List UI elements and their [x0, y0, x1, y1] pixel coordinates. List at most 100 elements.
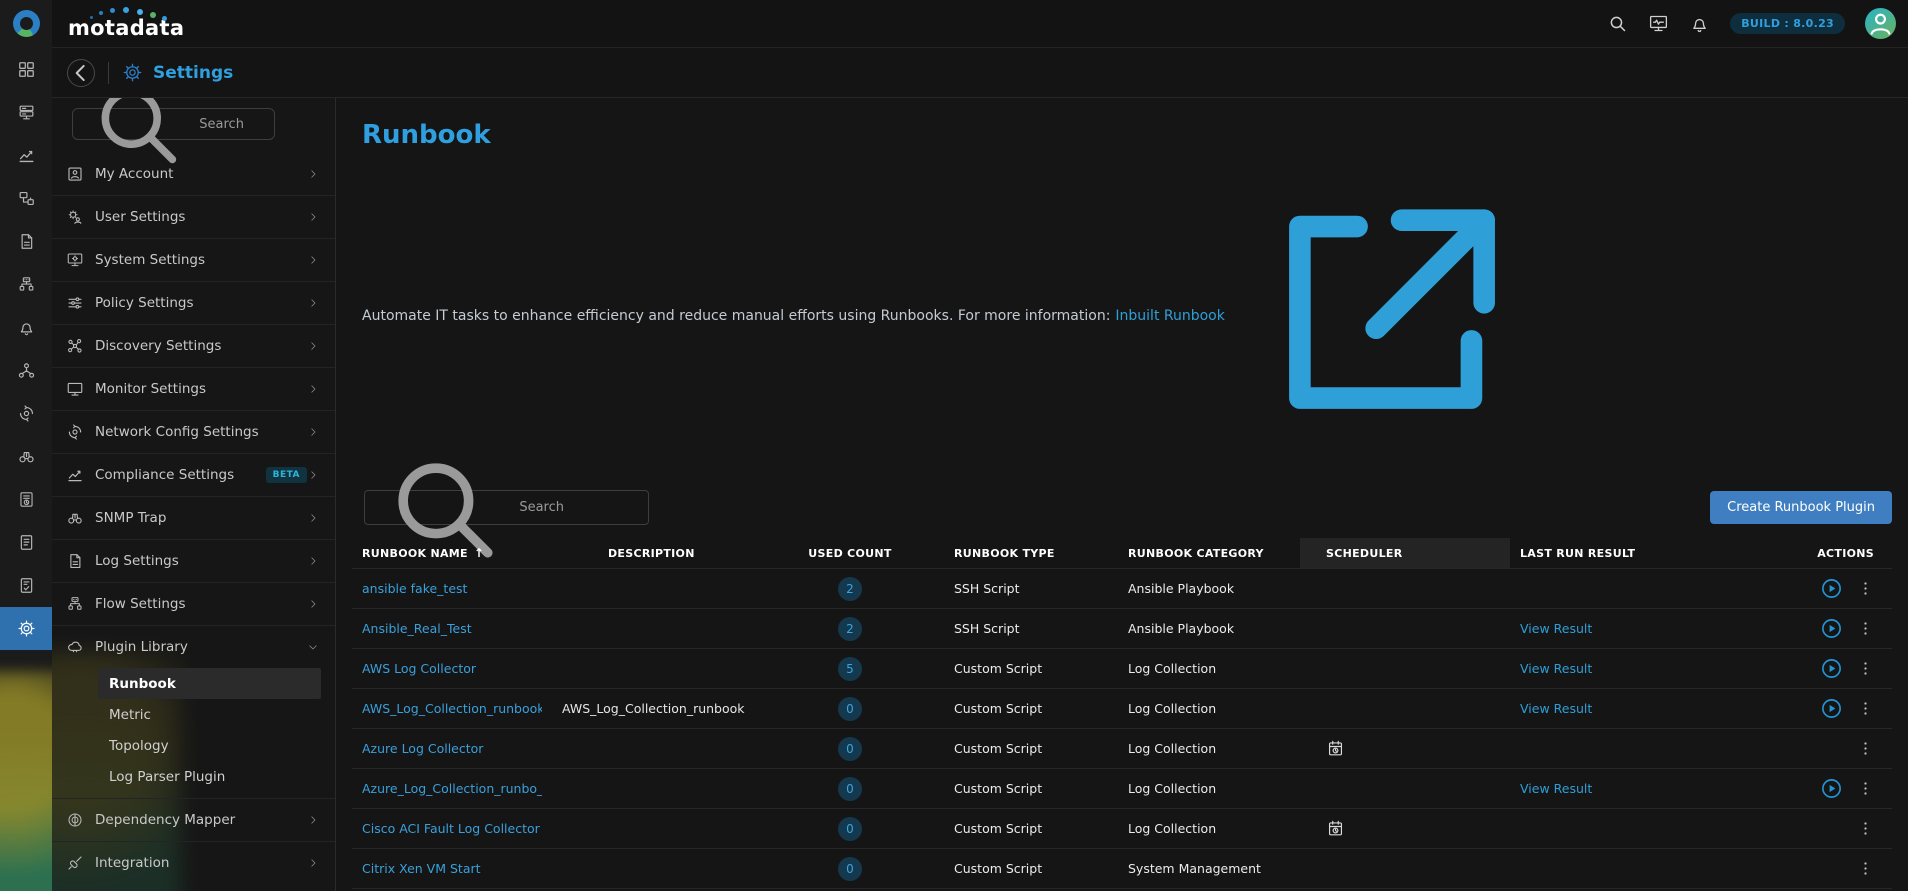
- sidebar-item-system-settings[interactable]: System Settings: [52, 238, 335, 281]
- rail-item-network[interactable]: [0, 263, 52, 306]
- column-header-description[interactable]: DESCRIPTION: [542, 538, 802, 568]
- table-row: Citrix Xen VM Start0Custom ScriptSystem …: [352, 848, 1892, 888]
- run-runbook-button[interactable]: [1820, 777, 1843, 800]
- column-header-actions[interactable]: ACTIONS: [1730, 538, 1892, 568]
- sidebar-search[interactable]: [72, 108, 275, 140]
- view-result-link[interactable]: View Result: [1520, 701, 1592, 716]
- rail-item-topology[interactable]: [0, 177, 52, 220]
- scheduler-cell: [1300, 729, 1510, 769]
- sidebar-item-plugin-library[interactable]: Plugin Library: [52, 625, 335, 668]
- sidebar-search-input[interactable]: [199, 117, 264, 132]
- runbook-name-link[interactable]: ansible fake_test: [362, 581, 467, 596]
- row-menu-button[interactable]: [1857, 820, 1874, 837]
- runbook-category-text: Ansible Playbook: [1128, 621, 1234, 636]
- rail-item-automation[interactable]: [0, 392, 52, 435]
- view-result-link[interactable]: View Result: [1520, 781, 1592, 796]
- row-menu-button[interactable]: [1857, 780, 1874, 797]
- sidebar-subitem-runbook[interactable]: Runbook: [98, 668, 321, 699]
- runbook-category-cell: Ansible Playbook: [1078, 569, 1300, 609]
- app-logo[interactable]: [0, 0, 52, 48]
- run-runbook-button[interactable]: [1820, 577, 1843, 600]
- row-menu-button[interactable]: [1857, 700, 1874, 717]
- runbook-name-link[interactable]: AWS Log Collector: [362, 661, 476, 676]
- rail-item-infrastructure[interactable]: [0, 91, 52, 134]
- plugin-library-submenu: RunbookMetricTopologyLog Parser Plugin: [52, 668, 335, 798]
- runbook-type-cell: Custom Script: [898, 809, 1078, 849]
- sidebar-item-label: Plugin Library: [95, 639, 307, 655]
- sidebar-item-network-config-settings[interactable]: Network Config Settings: [52, 410, 335, 453]
- run-runbook-button[interactable]: [1820, 657, 1843, 680]
- user-avatar[interactable]: [1865, 8, 1896, 39]
- sidebar-item-integration[interactable]: Integration: [52, 841, 335, 884]
- rail-item-dependency[interactable]: [0, 349, 52, 392]
- sidebar-item-discovery-settings[interactable]: Discovery Settings: [52, 324, 335, 367]
- view-result-link[interactable]: View Result: [1520, 661, 1592, 676]
- sidebar-item-dependency-mapper[interactable]: Dependency Mapper: [52, 798, 335, 841]
- idcard-icon: [66, 165, 84, 183]
- row-menu-button[interactable]: [1857, 620, 1874, 637]
- sidebar-subitem-metric[interactable]: Metric: [98, 699, 321, 730]
- row-menu-button[interactable]: [1857, 660, 1874, 677]
- monitor-pulse-icon[interactable]: [1648, 13, 1669, 34]
- notifications-bell-icon[interactable]: [1689, 13, 1710, 34]
- sidebar-item-user-settings[interactable]: User Settings: [52, 195, 335, 238]
- runbook-name-link[interactable]: Azure Log Collector: [362, 741, 483, 756]
- inbuilt-runbook-link[interactable]: Inbuilt Runbook: [1115, 163, 1529, 468]
- sort-ascending-icon: ↑: [474, 546, 484, 560]
- rail-item-log-explorer[interactable]: [0, 220, 52, 263]
- back-button[interactable]: [67, 59, 95, 87]
- table-search-input[interactable]: [519, 500, 638, 515]
- row-menu-button[interactable]: [1857, 740, 1874, 757]
- sidebar-subitem-log-parser-plugin[interactable]: Log Parser Plugin: [98, 761, 321, 792]
- rail-item-dashboard[interactable]: [0, 48, 52, 91]
- run-runbook-button[interactable]: [1820, 617, 1843, 640]
- rail-item-settings[interactable]: [0, 607, 52, 650]
- scheduler-cell: [1300, 809, 1510, 849]
- column-header-runbook-category[interactable]: RUNBOOK CATEGORY: [1078, 538, 1300, 568]
- sidebar-item-policy-settings[interactable]: Policy Settings: [52, 281, 335, 324]
- column-header-scheduler[interactable]: SCHEDULER: [1300, 538, 1510, 568]
- runbook-type-text: SSH Script: [954, 581, 1020, 596]
- sidebar-item-monitor-settings[interactable]: Monitor Settings: [52, 367, 335, 410]
- rail-item-reports[interactable]: [0, 478, 52, 521]
- settings-menu: My AccountUser SettingsSystem SettingsPo…: [52, 152, 335, 884]
- sidebar-item-snmp-trap[interactable]: SNMP Trap: [52, 496, 335, 539]
- sidebar-item-label: Network Config Settings: [95, 424, 307, 440]
- column-header-runbook-type[interactable]: RUNBOOK TYPE: [898, 538, 1078, 568]
- table-search[interactable]: [364, 490, 649, 525]
- sidebar-item-flow-settings[interactable]: Flow Settings: [52, 582, 335, 625]
- runbook-name-link[interactable]: Ansible_Real_Test: [362, 621, 472, 636]
- rail-item-metric-explorer[interactable]: [0, 134, 52, 177]
- runbook-name-link[interactable]: Cisco ACI Fault Log Collector: [362, 821, 540, 836]
- search-icon[interactable]: [1607, 13, 1628, 34]
- runbook-name-link[interactable]: AWS_Log_Collection_runbook: [362, 701, 542, 716]
- run-runbook-button[interactable]: [1820, 697, 1843, 720]
- column-header-used-count[interactable]: USED COUNT: [802, 538, 898, 568]
- view-result-link[interactable]: View Result: [1520, 621, 1592, 636]
- chevron-right-icon: [307, 168, 319, 180]
- column-header-last-run-result[interactable]: LAST RUN RESULT: [1510, 538, 1730, 568]
- description-cell: [542, 809, 802, 849]
- rail-item-compliance-report[interactable]: [0, 564, 52, 607]
- rail-item-alerts[interactable]: [0, 306, 52, 349]
- sidebar-item-compliance-settings[interactable]: Compliance SettingsBETA: [52, 453, 335, 496]
- runbook-category-text: Log Collection: [1128, 821, 1216, 836]
- description-cell: [542, 769, 802, 809]
- row-menu-button[interactable]: [1857, 860, 1874, 877]
- runbook-type-text: Custom Script: [954, 741, 1042, 756]
- runbook-name-cell: Ansible_Real_Test: [352, 609, 542, 649]
- column-header-runbook-name[interactable]: RUNBOOK NAME↑: [352, 538, 542, 568]
- sidebar-subitem-topology[interactable]: Topology: [98, 730, 321, 761]
- create-runbook-plugin-button[interactable]: Create Runbook Plugin: [1710, 491, 1892, 524]
- sidebar-item-my-account[interactable]: My Account: [52, 152, 335, 195]
- runbook-name-link[interactable]: Azure_Log_Collection_runbo_: [362, 781, 542, 796]
- rail-item-audit[interactable]: [0, 521, 52, 564]
- sidebar-item-log-settings[interactable]: Log Settings: [52, 539, 335, 582]
- chart-icon: [66, 466, 84, 484]
- row-menu-button[interactable]: [1857, 580, 1874, 597]
- monitor-icon: [66, 380, 84, 398]
- runbook-name-link[interactable]: Citrix Xen VM Start: [362, 861, 481, 876]
- used-count-cell: 0: [802, 809, 898, 849]
- rail-item-discovery[interactable]: [0, 435, 52, 478]
- chevron-right-icon: [307, 598, 319, 610]
